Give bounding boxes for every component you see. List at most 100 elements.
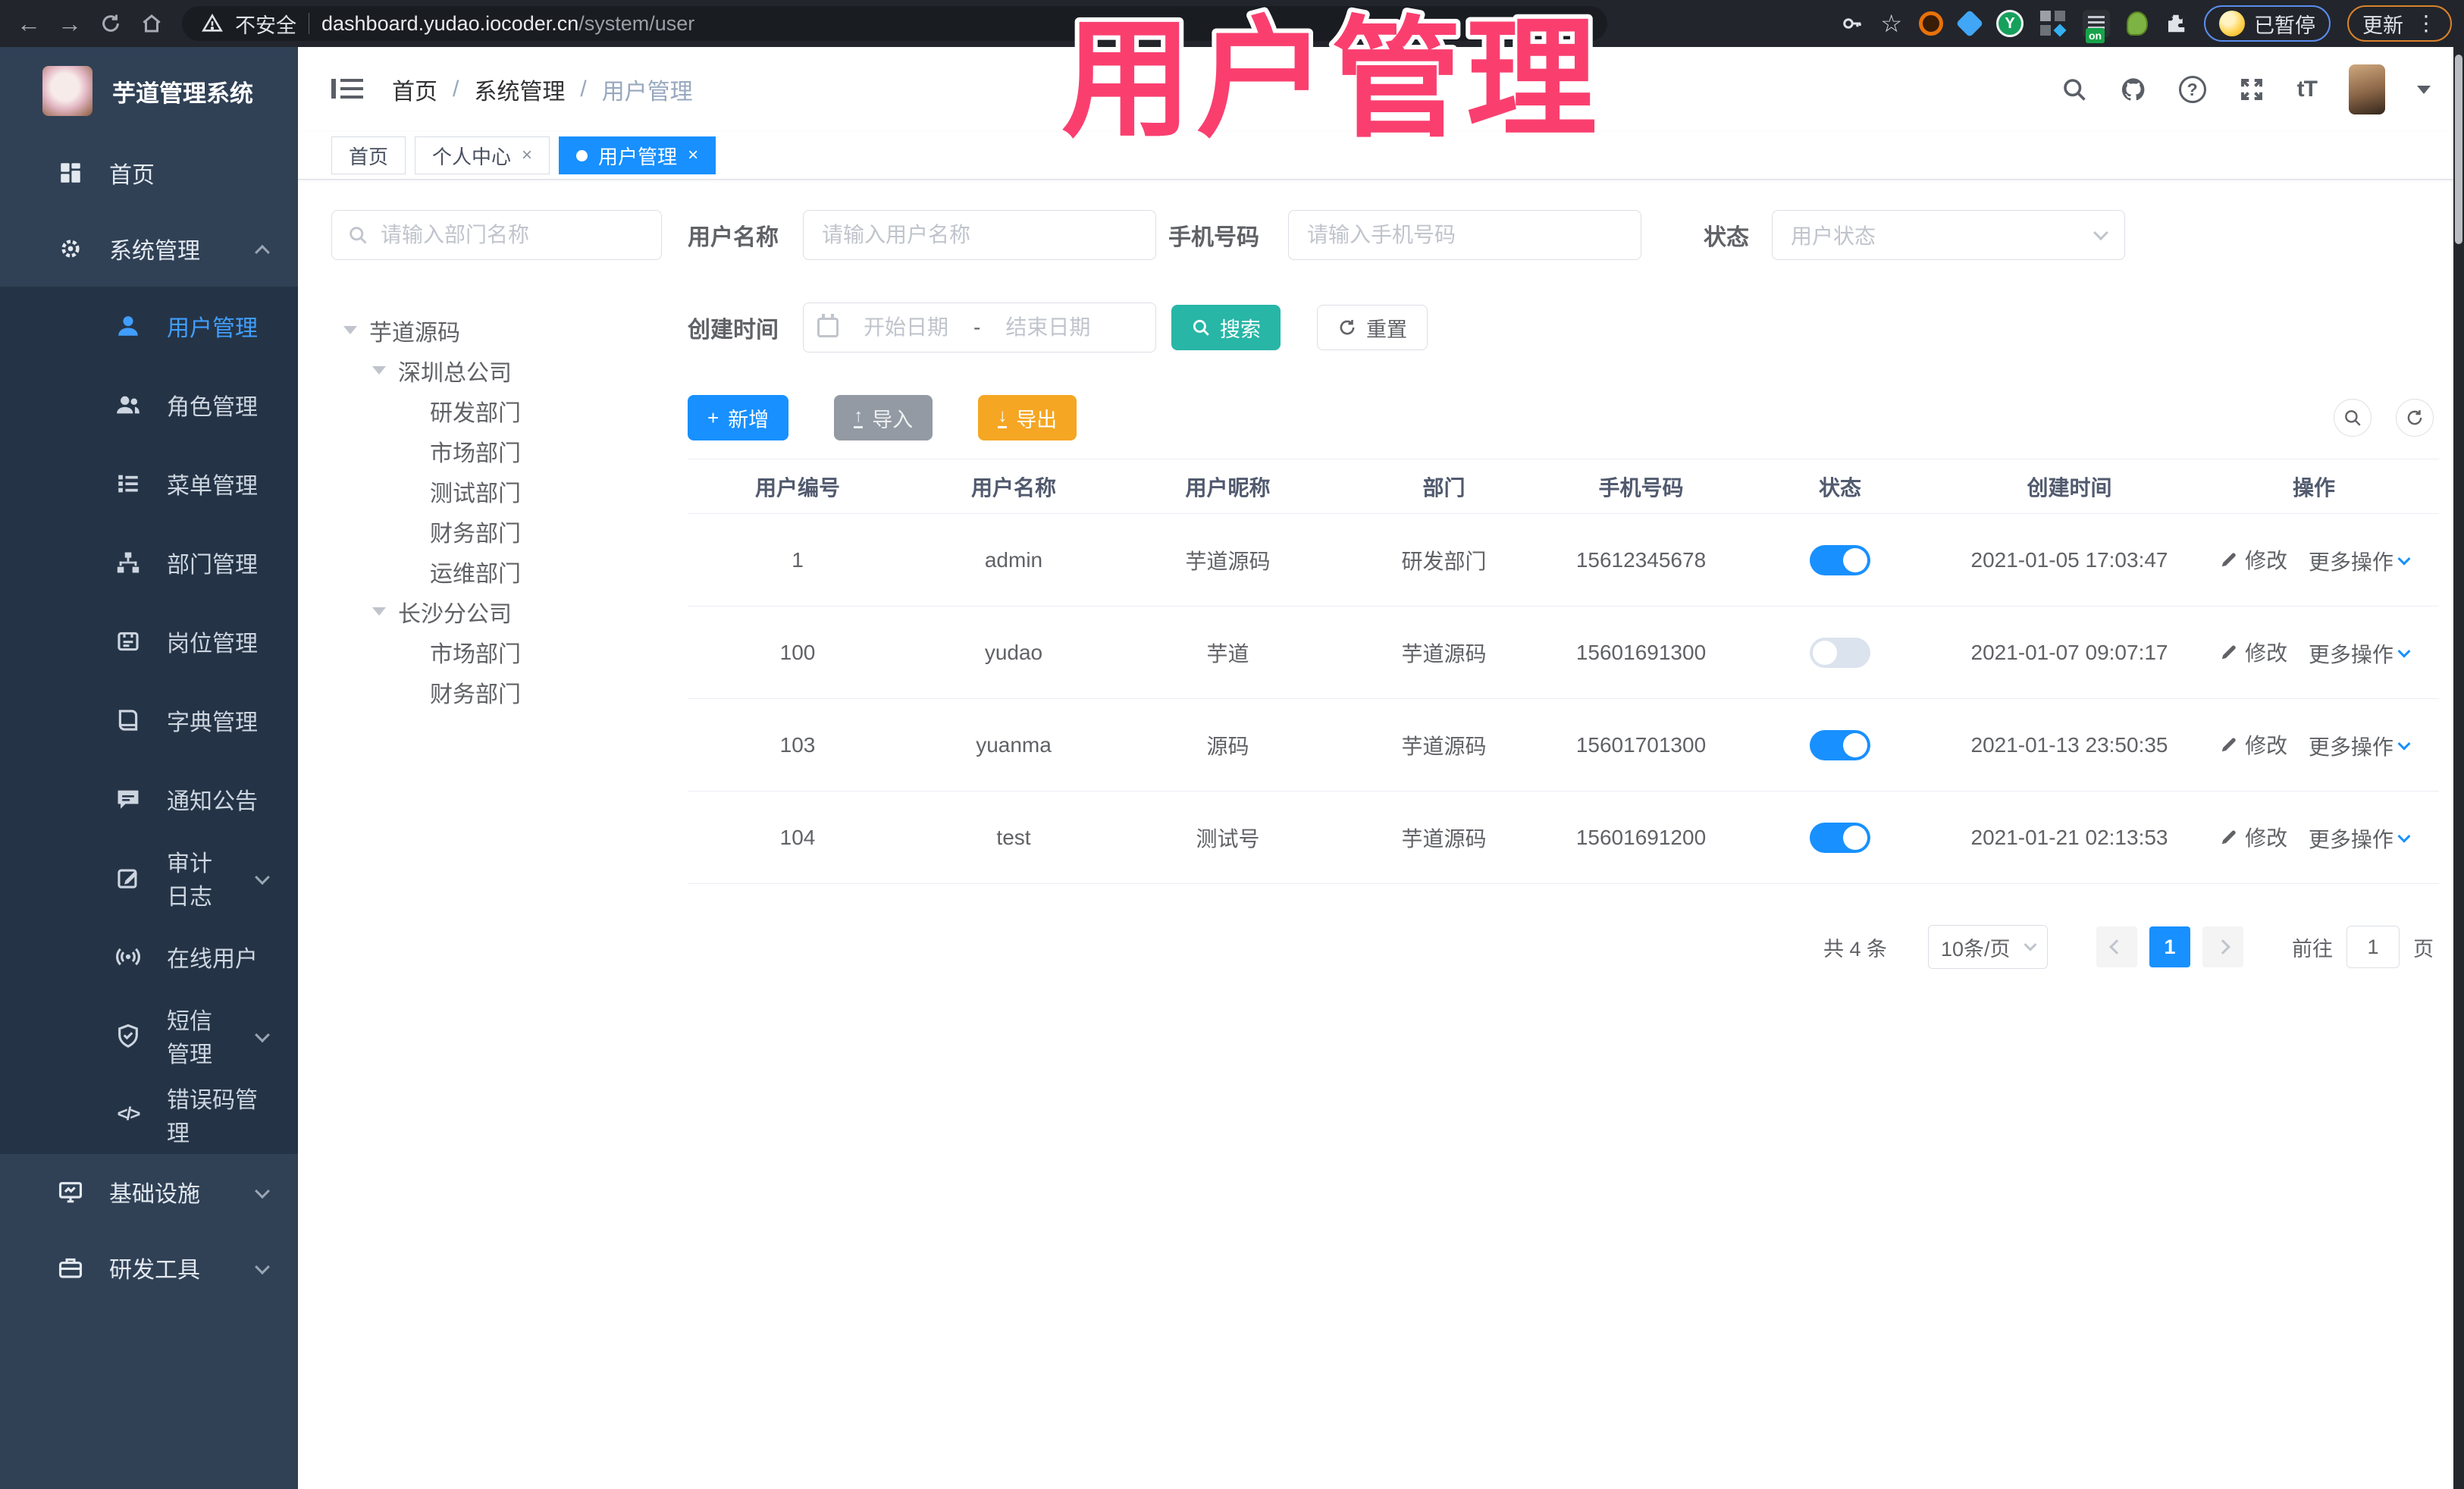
tree-node[interactable]: 市场部门 bbox=[331, 632, 662, 672]
scrollbar-thumb[interactable] bbox=[2455, 55, 2462, 244]
menu-kebab-icon[interactable]: ⋮ bbox=[2415, 13, 2437, 34]
dashboard-icon bbox=[56, 158, 85, 187]
extension-orange-icon[interactable] bbox=[1919, 11, 1943, 36]
goto-page-input[interactable] bbox=[2346, 926, 2400, 968]
tree-node[interactable]: 市场部门 bbox=[331, 431, 662, 471]
export-button[interactable]: ↓ 导出 bbox=[978, 395, 1077, 440]
status-toggle[interactable] bbox=[1810, 544, 1870, 575]
update-button[interactable]: 更新 ⋮ bbox=[2347, 5, 2452, 42]
search-button[interactable]: 搜索 bbox=[1171, 305, 1281, 350]
sidebar-item-error-code[interactable]: </> 错误码管理 bbox=[0, 1075, 298, 1154]
prev-page-button[interactable] bbox=[2096, 926, 2137, 967]
edit-link[interactable]: 修改 bbox=[2219, 729, 2287, 760]
add-button[interactable]: + 新增 bbox=[688, 395, 789, 440]
extension-list-icon[interactable]: on bbox=[2083, 10, 2110, 43]
fullscreen-icon[interactable] bbox=[2238, 76, 2265, 103]
caret-down-icon[interactable] bbox=[372, 607, 386, 616]
address-bar[interactable]: 不安全 dashboard.yudao.iocoder.cn/system/us… bbox=[182, 6, 1607, 41]
tab-profile[interactable]: 个人中心 × bbox=[415, 136, 550, 174]
sidebar-item-menu-management[interactable]: 菜单管理 bbox=[0, 444, 298, 523]
tree-node[interactable]: 运维部门 bbox=[331, 551, 662, 591]
sidebar-item-user-management[interactable]: 用户管理 bbox=[0, 287, 298, 365]
extension-green-icon[interactable] bbox=[1996, 10, 2024, 37]
import-button[interactable]: ↑ 导入 bbox=[834, 395, 933, 440]
caret-down-icon[interactable] bbox=[343, 326, 357, 334]
status-toggle[interactable] bbox=[1810, 729, 1870, 760]
sidebar-toggle-icon[interactable] bbox=[331, 77, 363, 102]
edit-link[interactable]: 修改 bbox=[2219, 544, 2287, 575]
sidebar-item-dev-tools[interactable]: 研发工具 bbox=[0, 1230, 298, 1306]
status-select[interactable]: 用户状态 bbox=[1772, 210, 2125, 260]
sidebar-item-system[interactable]: 系统管理 bbox=[0, 211, 298, 287]
refresh-button[interactable] bbox=[2396, 399, 2434, 437]
home-icon[interactable] bbox=[135, 7, 168, 40]
close-icon[interactable]: × bbox=[688, 146, 698, 165]
username-input[interactable] bbox=[803, 210, 1156, 260]
bookmark-star-icon[interactable]: ☆ bbox=[1880, 11, 1902, 36]
back-icon[interactable]: ← bbox=[12, 7, 45, 40]
extension-grid-icon[interactable] bbox=[2040, 11, 2066, 36]
reset-button[interactable]: 重置 bbox=[1317, 305, 1428, 350]
date-range-picker[interactable]: - bbox=[803, 303, 1156, 353]
extension-frog-icon[interactable] bbox=[2127, 11, 2148, 36]
tab-user-management[interactable]: 用户管理 × bbox=[559, 136, 716, 174]
sidebar-item-dept-management[interactable]: 部门管理 bbox=[0, 523, 298, 602]
tree-node[interactable]: 财务部门 bbox=[331, 672, 662, 712]
breadcrumb-system[interactable]: 系统管理 bbox=[474, 73, 565, 106]
sidebar-item-label: 岗位管理 bbox=[167, 632, 258, 657]
status-toggle[interactable] bbox=[1810, 637, 1870, 668]
next-page-button[interactable] bbox=[2202, 926, 2243, 967]
hide-search-button[interactable] bbox=[2334, 399, 2372, 437]
sidebar-item-dict-management[interactable]: 字典管理 bbox=[0, 681, 298, 760]
user-avatar[interactable] bbox=[2349, 64, 2385, 114]
date-start-input[interactable] bbox=[849, 315, 963, 340]
key-icon[interactable] bbox=[1841, 12, 1864, 35]
sidebar-item-role-management[interactable]: 角色管理 bbox=[0, 365, 298, 444]
profile-paused-chip[interactable]: 已暂停 bbox=[2204, 5, 2331, 42]
more-actions-link[interactable]: 更多操作 bbox=[2309, 546, 2411, 576]
caret-down-icon[interactable] bbox=[372, 366, 386, 375]
reload-icon[interactable] bbox=[94, 7, 127, 40]
search-icon[interactable] bbox=[2061, 76, 2088, 103]
extension-gem-icon[interactable] bbox=[1955, 9, 1984, 38]
tree-node[interactable]: 研发部门 bbox=[331, 390, 662, 431]
sidebar-item-sms-management[interactable]: 短信管理 bbox=[0, 996, 298, 1075]
tree-node[interactable]: 财务部门 bbox=[331, 511, 662, 551]
status-toggle[interactable] bbox=[1810, 822, 1870, 853]
tree-node[interactable]: 深圳总公司 bbox=[331, 350, 662, 390]
font-size-icon[interactable] bbox=[2297, 77, 2317, 102]
table-header-row: 用户编号 用户名称 用户昵称 部门 手机号码 状态 创建时间 操作 bbox=[688, 459, 2439, 514]
sidebar-item-online-users[interactable]: 在线用户 bbox=[0, 917, 298, 996]
sidebar-item-infrastructure[interactable]: 基础设施 bbox=[0, 1154, 298, 1230]
date-end-input[interactable] bbox=[991, 315, 1105, 340]
edit-link[interactable]: 修改 bbox=[2219, 637, 2287, 667]
tree-node[interactable]: 芋道源码 bbox=[331, 310, 662, 350]
mobile-input[interactable] bbox=[1288, 210, 1641, 260]
app-logo-row[interactable]: 芋道管理系统 bbox=[0, 47, 298, 135]
tree-node[interactable]: 长沙分公司 bbox=[331, 591, 662, 632]
close-icon[interactable]: × bbox=[522, 146, 532, 165]
edit-link[interactable]: 修改 bbox=[2219, 822, 2287, 852]
avatar-caret-icon[interactable] bbox=[2417, 85, 2431, 94]
breadcrumb-home[interactable]: 首页 bbox=[392, 73, 437, 106]
sidebar-item-home[interactable]: 首页 bbox=[0, 135, 298, 211]
breadcrumb-separator bbox=[580, 77, 586, 102]
security-label[interactable]: 不安全 bbox=[235, 9, 296, 39]
dept-search-input[interactable] bbox=[381, 223, 646, 247]
current-page[interactable]: 1 bbox=[2149, 926, 2190, 967]
more-actions-link[interactable]: 更多操作 bbox=[2309, 731, 2411, 761]
more-actions-link[interactable]: 更多操作 bbox=[2309, 823, 2411, 854]
scrollbar[interactable] bbox=[2453, 47, 2464, 1489]
sidebar-item-announcement[interactable]: 通知公告 bbox=[0, 760, 298, 839]
sidebar-item-post-management[interactable]: 岗位管理 bbox=[0, 602, 298, 681]
tab-home[interactable]: 首页 bbox=[331, 136, 406, 174]
page-size-select[interactable]: 10条/页 bbox=[1928, 925, 2048, 969]
warning-icon bbox=[202, 13, 223, 34]
help-icon[interactable] bbox=[2178, 76, 2206, 103]
github-icon[interactable] bbox=[2120, 76, 2147, 103]
extensions-puzzle-icon[interactable] bbox=[2165, 12, 2187, 35]
tree-node[interactable]: 测试部门 bbox=[331, 471, 662, 511]
more-actions-link[interactable]: 更多操作 bbox=[2309, 638, 2411, 669]
sidebar-item-audit-log[interactable]: 审计日志 bbox=[0, 839, 298, 917]
forward-icon[interactable]: → bbox=[53, 7, 86, 40]
